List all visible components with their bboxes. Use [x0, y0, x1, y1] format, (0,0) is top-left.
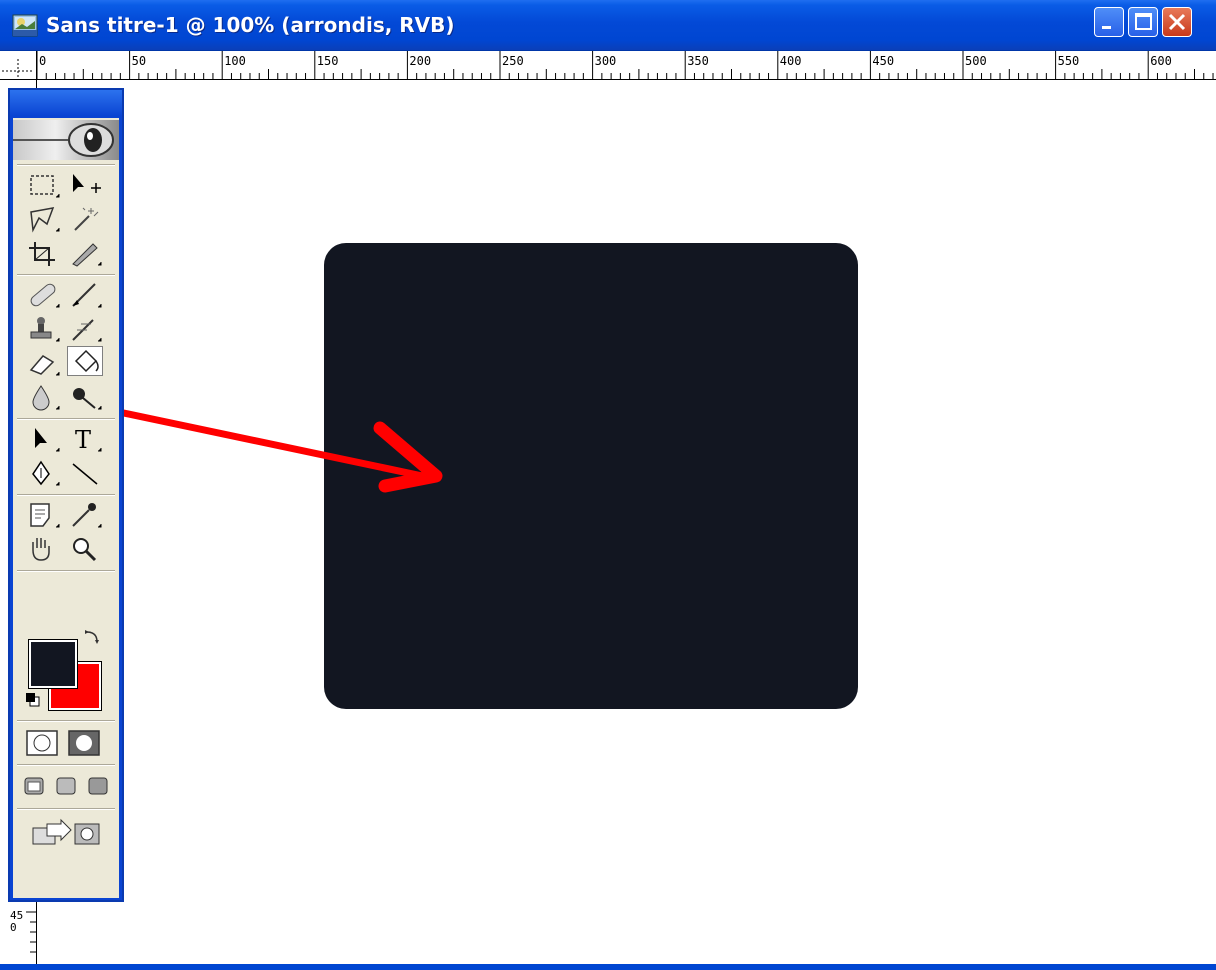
tool-eyedropper[interactable] [67, 500, 103, 530]
hand-icon [32, 538, 50, 561]
tool-line[interactable] [67, 458, 103, 488]
ruler-tick-label: 200 [409, 54, 432, 68]
path-selection-arrow-icon [35, 428, 60, 452]
screen-mode-full-icon [88, 777, 108, 795]
polygonal-lasso-icon [30, 207, 60, 233]
close-button[interactable] [1162, 7, 1192, 37]
standard-mode-icon [26, 730, 58, 756]
adobe-eye-logo[interactable] [13, 120, 119, 160]
horizontal-ruler[interactable]: 0 50 100 150 200 250 300 350 400 450 500 550 600 [0, 51, 1216, 80]
tool-brush[interactable] [67, 280, 103, 310]
screen-mode-standard-button[interactable] [19, 772, 49, 802]
tool-magic-wand[interactable] [67, 204, 103, 234]
tool-eraser[interactable] [25, 348, 61, 378]
eye-logo-icon [13, 123, 114, 157]
minimize-button[interactable] [1094, 7, 1124, 37]
window-bottom-border [0, 964, 1216, 970]
ruler-tick-label: 550 [1057, 54, 1080, 68]
ruler-tick-label: 150 [316, 54, 339, 68]
ruler-tick-label: 500 [965, 54, 987, 68]
title-bar[interactable]: Sans titre-1 @ 100% (arrondis, RVB) [0, 0, 1216, 51]
default-colors-icon[interactable] [25, 692, 41, 708]
tool-type[interactable]: T [67, 424, 103, 454]
tool-notes[interactable] [25, 500, 61, 530]
ruler-tick-label: 100 [224, 54, 246, 68]
screen-mode-full-button[interactable] [83, 772, 113, 802]
tool-path-selection[interactable] [25, 424, 61, 454]
jump-to-imageready-icon [32, 818, 100, 845]
svg-text:T: T [75, 426, 91, 454]
ruler-tick-label: 250 [502, 54, 524, 68]
tools-panel: T [13, 118, 119, 898]
tool-pen[interactable] [25, 458, 61, 488]
jump-to-imageready-button[interactable] [27, 816, 107, 846]
rectangular-marquee-icon [30, 175, 60, 198]
tool-dodge[interactable] [67, 382, 103, 412]
blur-drop-icon [32, 385, 60, 411]
quick-mask-button[interactable] [67, 728, 103, 758]
tool-marquee[interactable] [25, 170, 61, 200]
maximize-button[interactable] [1128, 7, 1158, 37]
photoshop-document-icon [12, 12, 38, 38]
dodge-icon [73, 388, 102, 410]
screen-mode-full-menu-icon [56, 777, 76, 795]
ruler-tick-label: 600 [1150, 54, 1172, 68]
type-tool-icon: T [75, 426, 102, 454]
tool-blur[interactable] [25, 382, 61, 412]
history-brush-icon [72, 319, 102, 342]
brush-icon [72, 283, 102, 308]
close-icon [1168, 13, 1186, 31]
ruler-tick-label: 350 [687, 54, 709, 68]
minimize-icon [1102, 26, 1111, 29]
paint-bucket-icon [74, 349, 99, 373]
eyedropper-icon [72, 503, 102, 528]
screen-mode-standard-icon [24, 777, 44, 795]
tool-history-brush[interactable] [67, 314, 103, 344]
vertical-ruler-label: 450 [10, 909, 24, 934]
pen-tool-icon [32, 460, 60, 486]
tools-palette-titlebar[interactable] [10, 90, 122, 116]
tool-slice[interactable] [67, 238, 103, 268]
tool-paint-bucket[interactable] [67, 346, 103, 376]
move-icon [73, 174, 101, 193]
tools-palette[interactable]: T [8, 88, 124, 902]
screen-mode-full-menu-button[interactable] [51, 772, 81, 802]
slice-icon [72, 243, 102, 267]
quick-mask-icon [68, 730, 100, 756]
tool-move[interactable] [67, 170, 103, 200]
healing-brush-icon [30, 283, 60, 308]
ruler-origin[interactable] [0, 51, 37, 80]
foreground-color-swatch[interactable] [28, 639, 78, 689]
tool-lasso[interactable] [25, 204, 61, 234]
tool-crop[interactable] [25, 238, 61, 268]
tool-clone-stamp[interactable] [25, 314, 61, 344]
tool-zoom[interactable] [67, 534, 103, 564]
line-tool-icon [72, 463, 98, 485]
notes-icon [30, 503, 60, 528]
ruler-origin-icon [2, 59, 34, 77]
ruler-tick-label: 450 [872, 54, 895, 68]
zoom-magnifier-icon [73, 538, 97, 562]
rounded-rectangle-shape[interactable] [324, 243, 858, 709]
maximize-icon [1135, 13, 1152, 30]
eraser-icon [29, 355, 60, 376]
standard-mode-button[interactable] [25, 728, 61, 758]
swap-colors-icon[interactable] [83, 628, 101, 646]
clone-stamp-icon [30, 317, 60, 342]
ruler-tick-label: 50 [131, 54, 147, 68]
ruler-tick-label: 300 [594, 54, 617, 68]
crop-icon [29, 242, 55, 266]
ruler-tick-label: 400 [779, 54, 802, 68]
magic-wand-icon [74, 207, 99, 231]
tool-hand[interactable] [25, 534, 61, 564]
ruler-tick-label: 0 [39, 54, 47, 68]
tool-healing-brush[interactable] [25, 280, 61, 310]
window-title: Sans titre-1 @ 100% (arrondis, RVB) [46, 13, 455, 37]
